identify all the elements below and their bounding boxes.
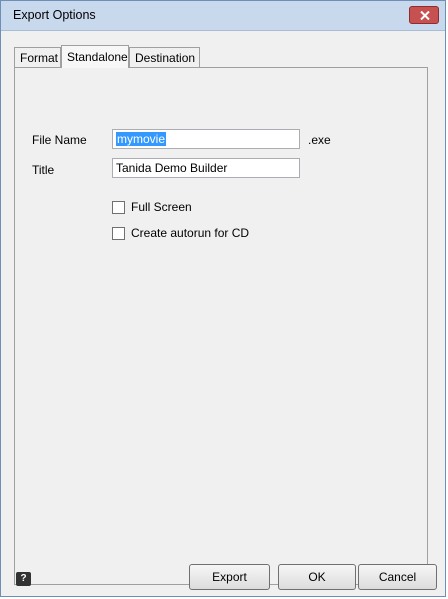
title-field[interactable]: Tanida Demo Builder [112,158,300,178]
dialog-client-area: Format Standalone Destination File Name … [8,33,438,593]
autorun-option[interactable]: Create autorun for CD [112,226,312,242]
file-name-field[interactable]: mymovie [112,129,300,149]
cancel-button[interactable]: Cancel [358,564,437,590]
file-extension-label: .exe [308,133,331,147]
help-icon[interactable]: ? [16,572,31,586]
close-button[interactable] [409,6,439,24]
full-screen-label: Full Screen [131,200,192,214]
close-icon [420,11,430,20]
export-button[interactable]: Export [189,564,270,590]
full-screen-checkbox[interactable] [112,201,125,214]
title-label: Title [32,163,55,177]
full-screen-option[interactable]: Full Screen [112,200,312,216]
tab-destination[interactable]: Destination [129,47,200,67]
tab-standalone[interactable]: Standalone [61,45,129,68]
export-options-dialog: Export Options Format Standalone Destina… [0,0,446,597]
file-name-label: File Name [32,133,87,147]
ok-button[interactable]: OK [278,564,356,590]
tab-format[interactable]: Format [14,47,61,67]
window-title: Export Options [13,8,96,22]
title-bar[interactable]: Export Options [1,1,445,31]
autorun-label: Create autorun for CD [131,226,250,240]
file-name-value: mymovie [116,132,167,146]
standalone-tab-panel: File Name mymovie .exe Title Tanida Demo… [14,67,428,585]
autorun-checkbox[interactable] [112,227,125,240]
